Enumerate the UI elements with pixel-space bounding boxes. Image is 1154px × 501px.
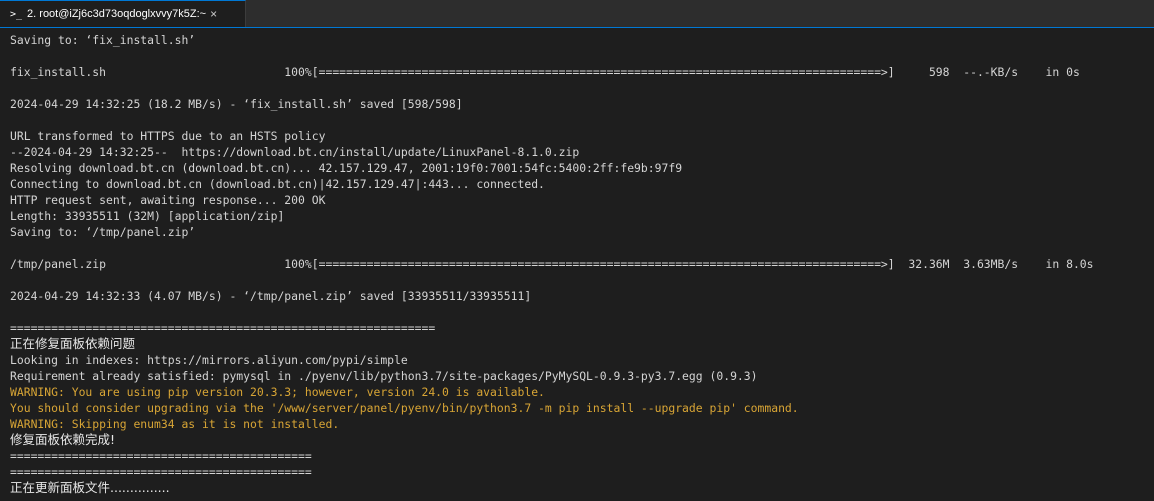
tab-session[interactable]: >_ 2. root@iZj6c3d73oqdoglxvvy7k5Z:~ × [0, 0, 246, 27]
terminal-line: ========================================… [10, 465, 312, 479]
terminal-line: ========================================… [10, 449, 312, 463]
terminal-line: /tmp/panel.zip 100%[====================… [10, 257, 1094, 271]
terminal-line: WARNING: Skipping enum34 as it is not in… [10, 417, 340, 431]
terminal-line: ========================================… [10, 321, 436, 335]
terminal-line: --2024-04-29 14:32:25-- https://download… [10, 145, 580, 159]
terminal-output[interactable]: Saving to: ‘fix_install.sh’ fix_install.s… [0, 28, 1154, 501]
terminal-line: Saving to: ‘fix_install.sh’ [10, 33, 196, 47]
terminal-line: Connecting to download.bt.cn (download.b… [10, 177, 545, 191]
terminal-line: HTTP request sent, awaiting response... … [10, 193, 326, 207]
terminal-line: Looking in indexes: https://mirrors.aliy… [10, 353, 408, 367]
terminal-line: URL transformed to HTTPS due to an HSTS … [10, 129, 326, 143]
terminal-line: Saving to: ‘/tmp/panel.zip’ [10, 225, 196, 239]
terminal-line: fix_install.sh 100%[====================… [10, 65, 1080, 79]
terminal-line: You should consider upgrading via the '/… [10, 401, 799, 415]
tab-title: 2. root@iZj6c3d73oqdoglxvvy7k5Z:~ [27, 8, 207, 20]
terminal-line: 修复面板依赖完成! [10, 432, 116, 447]
terminal-line: Resolving download.bt.cn (download.bt.cn… [10, 161, 683, 175]
close-icon[interactable]: × [210, 7, 217, 21]
terminal-window: >_ 2. root@iZj6c3d73oqdoglxvvy7k5Z:~ × S… [0, 0, 1154, 501]
terminal-line: Length: 33935511 (32M) [application/zip] [10, 209, 285, 223]
terminal-line: 2024-04-29 14:32:25 (18.2 MB/s) - ‘fix_i… [10, 97, 463, 111]
terminal-line: 正在修复面板依赖问题 [10, 336, 136, 351]
tab-bar: >_ 2. root@iZj6c3d73oqdoglxvvy7k5Z:~ × [0, 0, 1154, 28]
terminal-line: Requirement already satisfied: pymysql i… [10, 369, 758, 383]
terminal-line: WARNING: You are using pip version 20.3.… [10, 385, 545, 399]
terminal-prompt-icon: >_ [10, 8, 23, 20]
terminal-line: 2024-04-29 14:32:33 (4.07 MB/s) - ‘/tmp/… [10, 289, 532, 303]
terminal-line: 正在更新面板文件............... [10, 480, 170, 495]
